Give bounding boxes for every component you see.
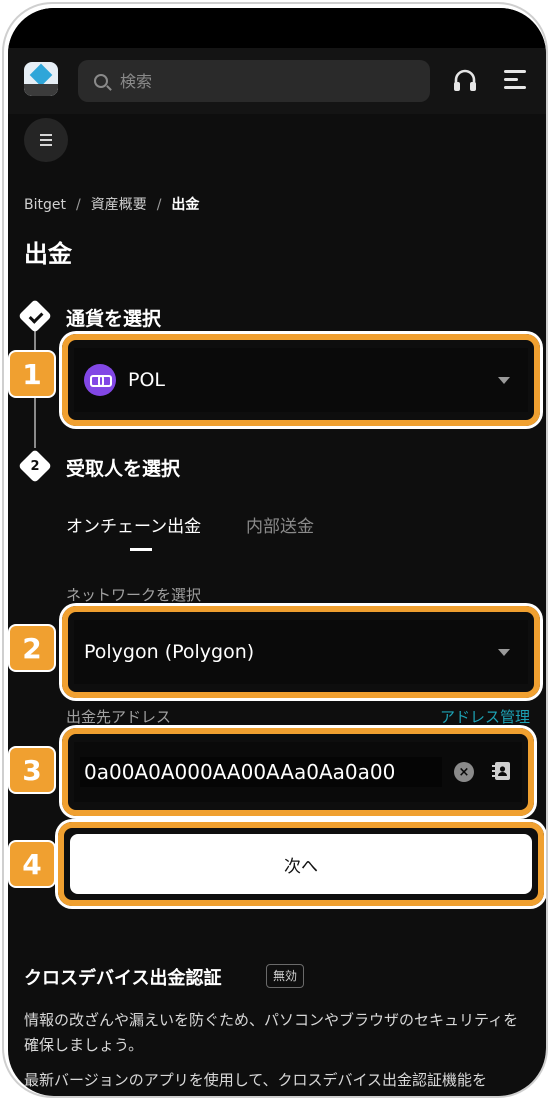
device-frame: Bitget/資産概要/出金 出金 通貨を選択 2 受取人を選択 1 POL オ… [2,2,548,1098]
address-input[interactable] [80,757,442,787]
network-select-value: Polygon (Polygon) [84,641,255,663]
tab-onchain-withdraw[interactable]: オンチェーン出金 [66,512,201,537]
clear-icon[interactable]: × [454,762,474,782]
search-icon [94,74,108,88]
address-label: 出金先アドレス [66,708,172,726]
tab-internal-transfer[interactable]: 内部送金 [246,512,314,537]
annotation-badge-1: 1 [10,352,54,396]
chevron-down-icon [498,649,510,656]
hamburger-menu-icon[interactable] [504,70,526,92]
breadcrumb-item-bitget[interactable]: Bitget [24,197,66,213]
address-book-icon[interactable] [490,760,512,782]
top-navigation-bar [8,48,546,114]
breadcrumb-item-assets[interactable]: 資産概要 [91,197,147,213]
polygon-coin-icon [84,364,116,396]
step1-title: 通貨を選択 [66,308,162,330]
chevron-down-icon [498,377,510,384]
breadcrumb: Bitget / 資産概要 / 出金 [24,197,200,213]
breadcrumb-current: 出金 [171,197,200,213]
status-bar [8,8,546,48]
coin-select[interactable]: POL [74,348,528,412]
step2-title: 受取人を選択 [66,458,181,480]
search-input[interactable] [120,71,390,91]
annotation-badge-3: 3 [10,748,54,792]
search-box[interactable] [78,60,430,102]
next-button[interactable]: 次へ [70,834,532,894]
coin-select-value: POL [128,369,165,391]
page-title: 出金 [24,240,72,268]
headset-support-icon[interactable] [452,68,478,94]
sub-menu-button[interactable] [24,118,68,162]
cross-device-instruction: 最新バージョンのアプリを使用して、クロスデバイス出金認証機能を [24,1071,488,1089]
network-label: ネットワークを選択 [66,586,202,604]
app-logo-icon[interactable] [24,62,58,96]
address-field: × [74,742,522,802]
annotation-badge-4: 4 [10,842,54,886]
status-badge: 無効 [266,964,305,988]
step-complete-check-icon [18,299,52,333]
step2-number: 2 [30,458,40,474]
cross-device-auth-title: クロスデバイス出金認証 [24,968,222,989]
address-management-link[interactable]: アドレス管理 [440,706,530,727]
network-select[interactable]: Polygon (Polygon) [74,620,528,684]
annotation-badge-2: 2 [10,626,54,670]
cross-device-description: 情報の改ざんや漏えいを防ぐため、パソコンやブラウザのセキュリティを確保しましょう… [24,1011,519,1054]
app-screen: Bitget/資産概要/出金 出金 通貨を選択 2 受取人を選択 1 POL オ… [8,8,546,1096]
active-tab-indicator [130,548,152,551]
